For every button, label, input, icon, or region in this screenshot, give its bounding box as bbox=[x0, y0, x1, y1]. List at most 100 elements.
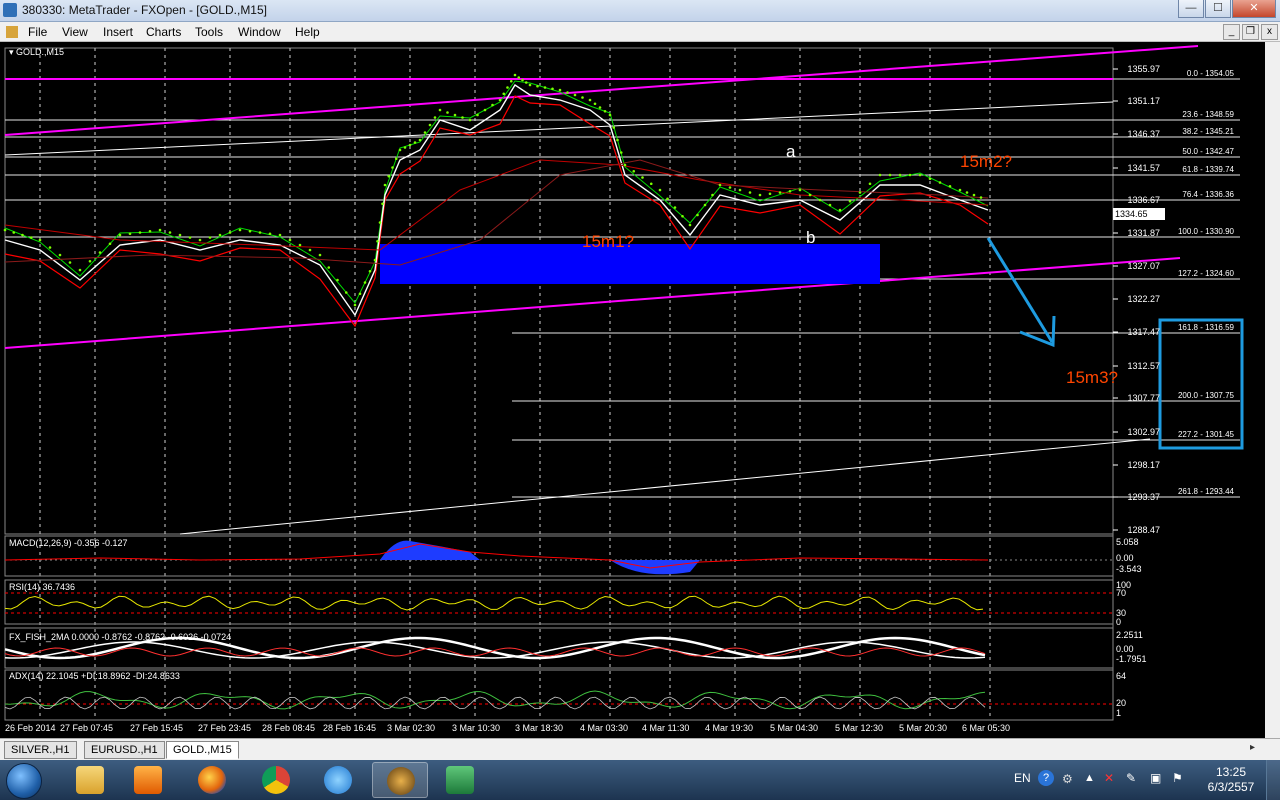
sar-dot bbox=[502, 92, 506, 96]
menu-view[interactable]: View bbox=[62, 25, 88, 39]
rsi-panel-frame bbox=[4, 579, 1114, 625]
chrome-icon bbox=[262, 766, 290, 794]
mdi-close-button[interactable]: x bbox=[1261, 24, 1278, 40]
taskbar-chrome[interactable] bbox=[248, 762, 304, 798]
title-bar: 380330: MetaTrader - FXOpen - [GOLD.,M15… bbox=[0, 0, 1280, 22]
window-right-edge bbox=[1265, 42, 1280, 738]
sar-dot bbox=[658, 188, 662, 192]
sar-dot bbox=[336, 278, 339, 282]
sar-dot bbox=[623, 163, 627, 167]
tab-eurusd-h1[interactable]: EURUSD.,H1 bbox=[84, 741, 165, 759]
sar-dot bbox=[413, 141, 417, 144]
clock-time: 13:25 bbox=[1215, 765, 1247, 779]
language-indicator[interactable]: EN bbox=[1014, 771, 1031, 785]
pen-icon[interactable]: ✎ bbox=[1126, 771, 1136, 785]
sar-dot bbox=[938, 181, 942, 184]
sar-dot bbox=[344, 291, 348, 294]
sar-dot bbox=[696, 213, 699, 217]
sar-dot bbox=[972, 193, 976, 197]
sar-dot bbox=[858, 191, 862, 194]
sar-dot bbox=[649, 182, 653, 186]
taskbar-internet-explorer[interactable] bbox=[310, 762, 366, 798]
tab-scroll-right-icon[interactable]: ▸ bbox=[1250, 742, 1262, 756]
sar-dot bbox=[423, 131, 427, 134]
sar-dot bbox=[128, 232, 132, 236]
sar-dot bbox=[543, 86, 547, 89]
tab-silver-h1[interactable]: SILVER.,H1 bbox=[4, 741, 77, 759]
taskbar-media-player[interactable] bbox=[120, 762, 176, 798]
volume-muted-icon[interactable]: ✕ bbox=[1104, 771, 1114, 785]
sar-dot bbox=[138, 231, 142, 234]
tray-clipboard-icon[interactable]: ▣ bbox=[1150, 771, 1161, 785]
chart-window[interactable]: 1355.97 1351.17 1346.37 1341.57 1336.67 1331.… bbox=[0, 42, 1280, 738]
sar-dot bbox=[446, 111, 449, 114]
sar-dot bbox=[268, 232, 272, 236]
sar-dot bbox=[808, 193, 812, 197]
menu-charts[interactable]: Charts bbox=[146, 25, 181, 39]
start-button[interactable] bbox=[6, 763, 42, 799]
show-desktop-button[interactable] bbox=[1266, 760, 1280, 800]
taskbar-metatrader[interactable] bbox=[372, 762, 428, 798]
sar-dot bbox=[612, 126, 616, 129]
tray-settings-icon[interactable]: ⚙ bbox=[1062, 772, 1073, 786]
sar-dot bbox=[703, 203, 707, 207]
menu-file[interactable]: File bbox=[28, 25, 47, 39]
menu-bar: File View Insert Charts Tools Window Hel… bbox=[0, 22, 1280, 42]
time-axis-label: 26 Feb 2014 bbox=[5, 723, 56, 733]
fib-level-label: 23.6 - 1348.59 bbox=[1182, 110, 1234, 119]
menu-help[interactable]: Help bbox=[295, 25, 320, 39]
sar-dot bbox=[433, 116, 437, 119]
menu-insert[interactable]: Insert bbox=[103, 25, 133, 39]
sar-dot bbox=[258, 231, 262, 234]
sar-dot bbox=[818, 198, 822, 202]
fib-level-label: 161.8 - 1316.59 bbox=[1178, 323, 1235, 332]
sar-dot bbox=[373, 258, 377, 262]
taskbar-explorer[interactable] bbox=[62, 762, 118, 798]
mdi-minimize-button[interactable]: _ bbox=[1223, 24, 1240, 40]
menu-tools[interactable]: Tools bbox=[195, 25, 223, 39]
sar-dot bbox=[958, 188, 962, 192]
close-button[interactable]: ✕ bbox=[1232, 0, 1276, 18]
taskbar-firefox[interactable] bbox=[184, 762, 240, 798]
sar-dot bbox=[718, 183, 722, 187]
tab-gold-m15[interactable]: GOLD.,M15 bbox=[166, 741, 239, 759]
sar-dot bbox=[387, 174, 391, 178]
sar-dot bbox=[218, 233, 222, 237]
taskbar-excel[interactable] bbox=[432, 762, 488, 798]
maximize-button[interactable]: ☐ bbox=[1205, 0, 1231, 18]
sar-dot bbox=[398, 148, 402, 152]
adx-axis-20: 20 bbox=[1116, 698, 1127, 708]
sar-dot bbox=[738, 188, 742, 192]
menu-window[interactable]: Window bbox=[238, 25, 281, 39]
sar-dot bbox=[12, 231, 16, 234]
minimize-button[interactable]: — bbox=[1178, 0, 1204, 18]
sar-dot bbox=[248, 229, 252, 233]
help-icon[interactable]: ? bbox=[1038, 770, 1054, 786]
sar-dot bbox=[118, 233, 122, 237]
time-axis-label: 27 Feb 07:45 bbox=[60, 723, 113, 733]
sar-dot bbox=[358, 292, 362, 296]
fib-level-label: 227.2 - 1301.45 bbox=[1178, 430, 1235, 439]
sar-dot bbox=[711, 193, 714, 197]
sar-dot bbox=[378, 221, 382, 224]
mdi-restore-button[interactable]: ❐ bbox=[1242, 24, 1259, 40]
time-axis-label: 4 Mar 11:30 bbox=[642, 723, 689, 733]
time-axis-label: 5 Mar 12:30 bbox=[835, 723, 883, 733]
chart-document-icon[interactable] bbox=[6, 26, 18, 38]
rsi-axis-0: 0 bbox=[1116, 617, 1122, 627]
sar-dot bbox=[603, 109, 607, 113]
clock[interactable]: 13:25 6/3/2557 bbox=[1206, 765, 1256, 795]
action-center-flag-icon[interactable]: ⚑ bbox=[1172, 771, 1183, 785]
macd-axis-zero: 0.00 bbox=[1116, 553, 1134, 563]
mdi-controls: _ ❐ x bbox=[1223, 24, 1278, 40]
sar-dot bbox=[29, 236, 33, 239]
sar-dot bbox=[616, 138, 619, 142]
tray-show-hidden-icon[interactable]: ▲ bbox=[1084, 772, 1095, 784]
sar-dot bbox=[21, 233, 24, 237]
sar-dot bbox=[558, 88, 562, 92]
fib-level-label: 50.0 - 1342.47 bbox=[1182, 147, 1234, 156]
sar-dot bbox=[88, 259, 92, 263]
sar-dot bbox=[461, 116, 464, 119]
sar-dot bbox=[848, 199, 852, 203]
sar-dot bbox=[278, 233, 282, 237]
